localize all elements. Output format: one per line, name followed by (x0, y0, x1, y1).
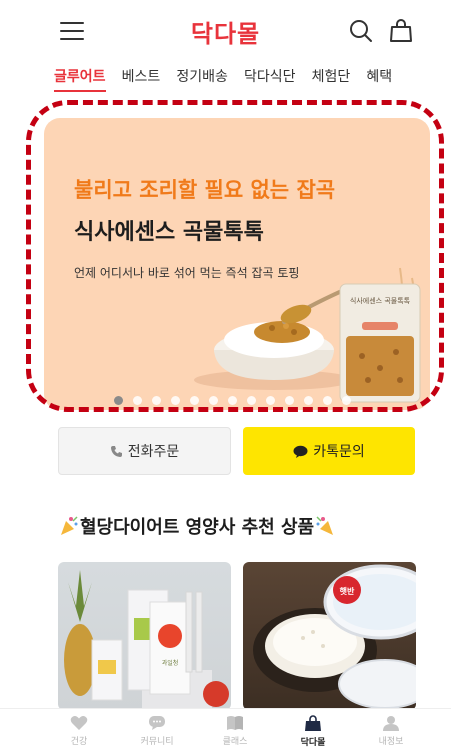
banner-page-dot[interactable] (247, 396, 256, 405)
phone-icon (110, 445, 122, 457)
search-icon[interactable] (348, 18, 374, 44)
tab-subscription[interactable]: 정기배송 (176, 66, 228, 90)
nav-item-health[interactable]: 건강 (40, 709, 118, 755)
banner-page-dot[interactable] (152, 396, 161, 405)
party-popper-icon (316, 516, 334, 535)
product-pack-label: 과일청 (161, 660, 179, 667)
tab-glueat[interactable]: 글루어트 (54, 66, 106, 92)
category-tabs: 글루어트 베스트 정기배송 닥다식단 체험단 혜택 (0, 66, 451, 94)
nav-label: 클래스 (222, 737, 248, 747)
product-image-juice (64, 570, 229, 710)
nav-label: 건강 (70, 737, 88, 747)
tab-dakda-meal[interactable]: 닥다식단 (244, 66, 296, 90)
nav-label: 닥다몰 (300, 738, 326, 748)
banner-page-dot[interactable] (266, 396, 275, 405)
brand-logo[interactable]: 닥다몰 (0, 14, 451, 49)
tab-trial[interactable]: 체험단 (312, 66, 351, 90)
heart-icon (70, 716, 88, 730)
banner-page-dot[interactable] (190, 396, 199, 405)
chat-icon (149, 716, 165, 730)
nav-label: 커뮤니티 (140, 737, 174, 747)
promo-banner[interactable]: 불리고 조리할 필요 없는 잡곡 식사에센스 곡물톡톡 언제 어디서나 바로 섞… (44, 118, 430, 410)
person-icon (383, 716, 399, 731)
banner-product-illustration (194, 267, 421, 403)
banner-page-dot[interactable] (133, 396, 142, 405)
chat-bubble-icon (293, 445, 308, 458)
tab-best[interactable]: 베스트 (122, 66, 161, 90)
book-icon (227, 716, 243, 730)
nav-item-my-info[interactable]: 내정보 (352, 709, 430, 755)
section-title-text: 혈당다이어트 영양사 추천 상품 (80, 517, 315, 538)
nav-item-community[interactable]: 커뮤니티 (118, 709, 196, 755)
top-header: 닥다몰 (0, 0, 451, 62)
banner-page-dot[interactable] (342, 396, 351, 405)
product-card[interactable]: 과일청 (58, 562, 231, 710)
banner-page-dot[interactable] (114, 396, 123, 405)
nav-item-dakdamall[interactable]: 닥다몰 (274, 709, 352, 755)
banner-page-dot[interactable] (171, 396, 180, 405)
banner-pack-label: 식사에센스 곡물톡톡 (349, 297, 411, 305)
banner-page-dot[interactable] (304, 396, 313, 405)
nav-item-class[interactable]: 클래스 (196, 709, 274, 755)
nav-label: 내정보 (378, 737, 404, 747)
phone-order-button[interactable]: 전화주문 (58, 427, 231, 475)
banner-page-dot[interactable] (209, 396, 218, 405)
section-title: 혈당다이어트 영양사 추천 상품 (58, 513, 336, 539)
kakao-inquiry-button[interactable]: 카톡문의 (243, 427, 415, 475)
party-popper-icon (61, 516, 78, 535)
bottom-navigation: 건강 커뮤니티 클래스 닥다몰 내정보 (0, 708, 451, 755)
product-image-rice (253, 564, 416, 709)
banner-page-dot[interactable] (285, 396, 294, 405)
shopping-bag-icon[interactable] (388, 17, 414, 43)
banner-page-dot[interactable] (228, 396, 237, 405)
tab-benefits[interactable]: 혜택 (366, 66, 392, 90)
banner-page-dot[interactable] (323, 396, 332, 405)
product-card[interactable]: 햇반 (243, 562, 416, 710)
banner-pagination (114, 390, 361, 405)
kakao-inquiry-label: 카톡문의 (313, 444, 365, 460)
phone-order-label: 전화주문 (127, 444, 180, 460)
shopping-bag-icon (305, 715, 321, 731)
product-pack-label: 햇반 (339, 587, 355, 596)
